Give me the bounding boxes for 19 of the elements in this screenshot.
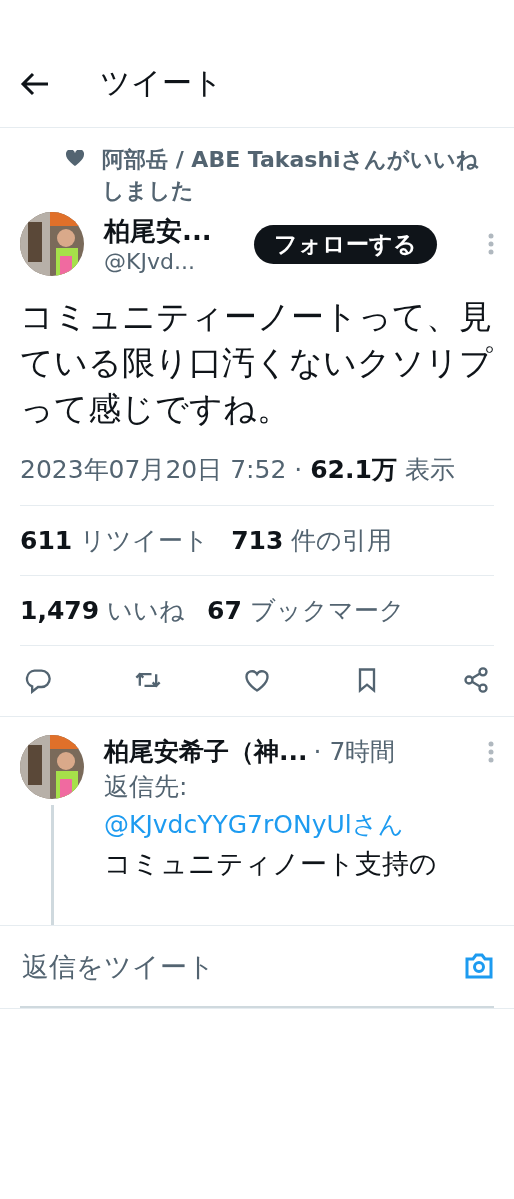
follow-button[interactable]: フォローする bbox=[254, 224, 437, 264]
reply-to-text: 返信先: @KJvdcYYG7rONyUlさん bbox=[104, 771, 405, 841]
stat-link[interactable]: 713 件の引用 bbox=[231, 524, 393, 557]
heart-icon bbox=[66, 150, 84, 166]
author-handle[interactable]: @KJvd... bbox=[104, 249, 234, 274]
page-title: ツイート bbox=[100, 64, 223, 102]
reply-text: コミュニティノート支持の bbox=[104, 847, 438, 881]
reply-author-name[interactable]: 柏尾安希子（神... bbox=[104, 735, 308, 768]
share-icon[interactable] bbox=[462, 666, 490, 694]
tweet-meta: 2023年07月20日 7:52 · 62.1万 表示 bbox=[19, 454, 456, 486]
social-context: 阿部岳 / ABE Takashiさんがいいねしました bbox=[102, 146, 480, 205]
stat-link[interactable]: 67 ブックマーク bbox=[207, 594, 405, 627]
back-button[interactable] bbox=[20, 70, 50, 97]
author-name[interactable]: 柏尾安... bbox=[104, 214, 234, 249]
stat-link[interactable]: 611 リツイート bbox=[20, 524, 210, 557]
camera-icon[interactable] bbox=[464, 952, 494, 980]
reply-time: · 7時間 bbox=[313, 736, 397, 768]
tweet-text: コミュニティーノートって、見ている限り口汚くないクソリプって感じですね。 bbox=[19, 296, 494, 430]
stat-link[interactable]: 1,479 いいね bbox=[20, 594, 186, 627]
